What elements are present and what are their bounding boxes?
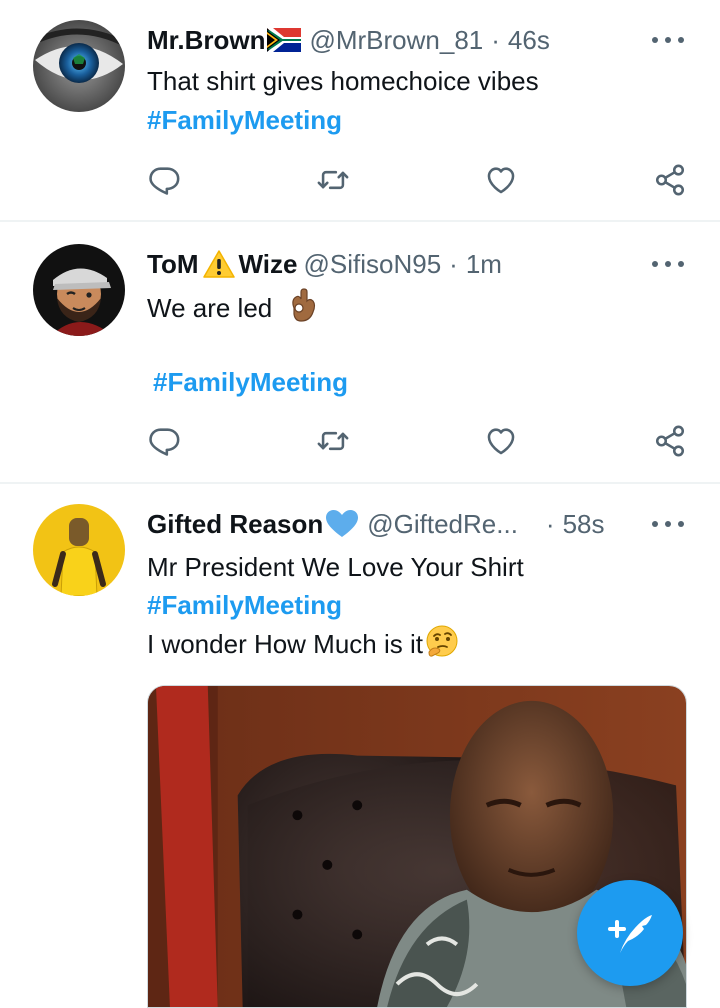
- compose-tweet-button[interactable]: [577, 880, 683, 986]
- blue-heart-icon: [325, 509, 359, 539]
- tweet-header: ToM Wize @SifisoN95 · 1m: [147, 244, 502, 284]
- hashtag-link[interactable]: #FamilyMeeting: [147, 101, 342, 139]
- more-options-icon[interactable]: [652, 509, 684, 539]
- reply-icon[interactable]: [147, 424, 181, 458]
- user-handle[interactable]: @SifisoN95: [304, 249, 442, 280]
- retweet-icon[interactable]: [316, 424, 350, 458]
- avatar[interactable]: [33, 504, 125, 596]
- timestamp[interactable]: 1m: [466, 249, 502, 280]
- display-name[interactable]: Gifted Reason: [147, 509, 323, 540]
- tweet-text: Mr President We Love Your Shirt: [147, 552, 524, 582]
- hashtag-link[interactable]: #FamilyMeeting: [147, 586, 342, 624]
- retweet-icon[interactable]: [316, 163, 350, 197]
- user-handle[interactable]: @MrBrown_81: [309, 25, 483, 56]
- tweet-text-content: We are led: [147, 292, 273, 323]
- timestamp[interactable]: 58s: [563, 509, 605, 540]
- user-handle[interactable]: @GiftedRe...: [367, 509, 518, 540]
- compose-tweet-icon: [608, 915, 652, 953]
- share-icon[interactable]: [653, 163, 687, 197]
- timestamp[interactable]: 46s: [508, 25, 550, 56]
- tweet-header: Gifted Reason @GiftedRe... · 58s: [147, 504, 605, 544]
- separator-dot: ·: [545, 508, 555, 539]
- thinking-face-emoji: [425, 624, 459, 668]
- tweet-text-line2: I wonder How Much is it: [147, 624, 459, 668]
- avatar[interactable]: [33, 244, 125, 336]
- separator-dot: ·: [491, 24, 500, 55]
- tweet[interactable]: Mr.Brown @MrBrown_81 · 46s That shirt gi…: [0, 0, 720, 220]
- warning-sign-icon: [202, 249, 236, 279]
- tweet-text: We are led: [147, 288, 318, 332]
- share-icon[interactable]: [653, 424, 687, 458]
- display-name[interactable]: Mr.Brown: [147, 25, 265, 56]
- tweet-header: Mr.Brown @MrBrown_81 · 46s: [147, 20, 550, 60]
- tweet-actions: [0, 163, 720, 203]
- reply-icon[interactable]: [147, 163, 181, 197]
- ok-hand-emoji: [288, 288, 318, 332]
- display-name-suffix[interactable]: Wize: [239, 249, 298, 280]
- hashtag-link[interactable]: #FamilyMeeting: [153, 363, 348, 401]
- tweet[interactable]: ToM Wize @SifisoN95 · 1m We are led #Fam…: [0, 222, 720, 482]
- south-africa-flag-icon: [267, 28, 302, 52]
- tweet-text: That shirt gives homechoice vibes: [147, 66, 539, 96]
- like-icon[interactable]: [484, 163, 518, 197]
- tweet-actions: [0, 424, 720, 464]
- tweet-text-content: I wonder How Much is it: [147, 628, 423, 659]
- more-options-icon[interactable]: [652, 249, 684, 279]
- timeline-feed: Mr.Brown @MrBrown_81 · 46s That shirt gi…: [0, 0, 720, 1008]
- separator-dot: ·: [449, 248, 458, 279]
- avatar[interactable]: [33, 20, 125, 112]
- more-options-icon[interactable]: [652, 25, 684, 55]
- like-icon[interactable]: [484, 424, 518, 458]
- display-name[interactable]: ToM: [147, 249, 199, 280]
